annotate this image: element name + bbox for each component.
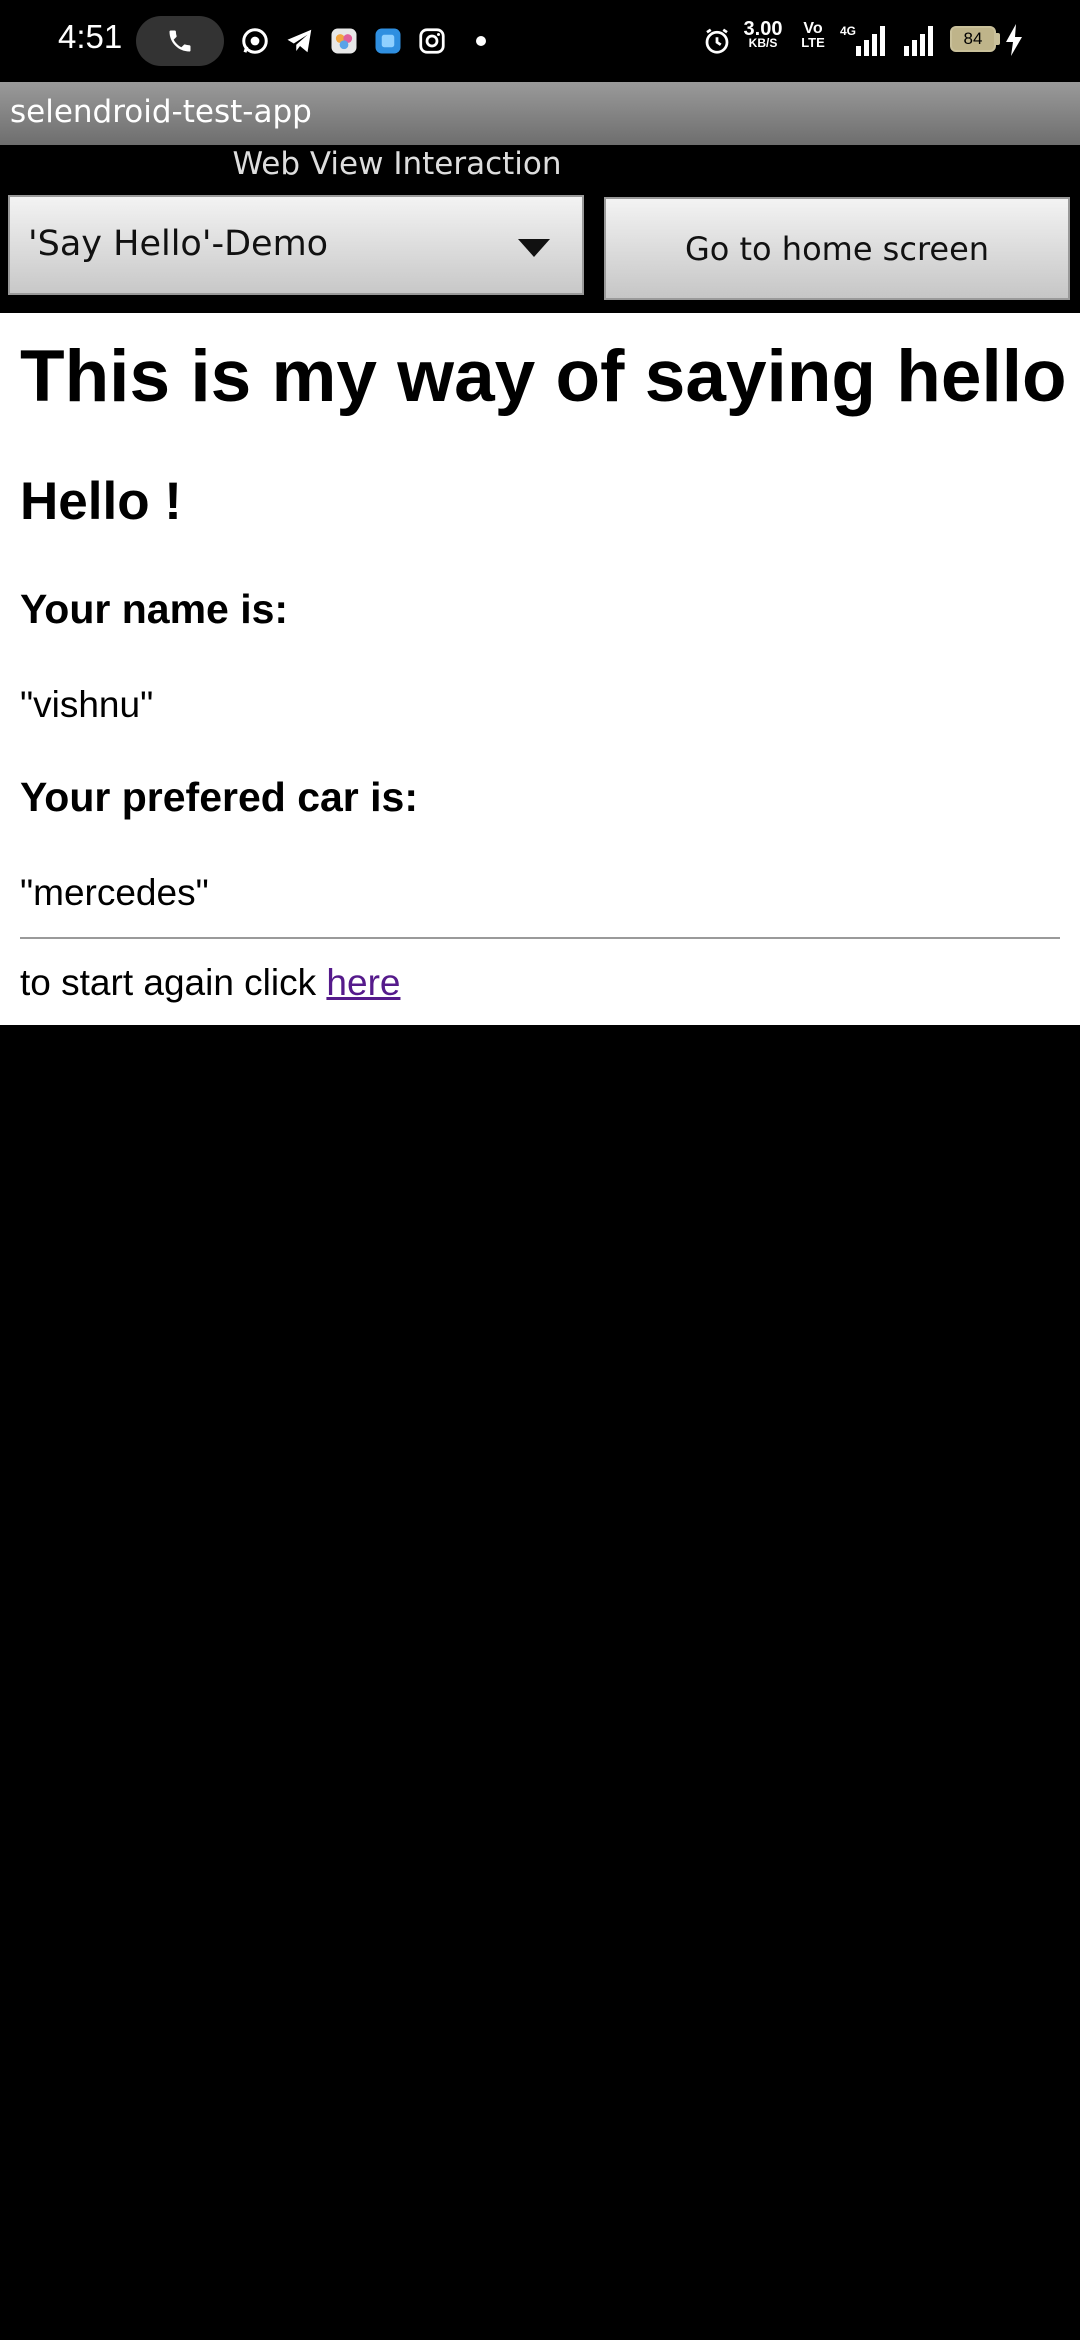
battery-tip [996,33,1000,45]
signal-icon-2 [900,22,944,58]
call-icon [169,30,191,52]
demo-spinner[interactable]: 'Say Hello'-Demo [8,195,584,295]
app-icon [371,24,405,58]
ongoing-call-chip[interactable] [136,16,224,66]
restart-line: to start again click here [20,961,400,1005]
app-title: selendroid-test-app [10,94,312,130]
more-notifications-dot [476,36,486,46]
web-view: This is my way of saying hello Hello ! Y… [0,313,1080,1025]
network-speed: 3.00 KB/S [743,18,783,50]
battery-level: 84 [963,29,983,48]
telegram-icon [283,24,317,58]
app-title-bar: selendroid-test-app [0,82,1080,145]
name-value: "vishnu" [20,684,154,725]
instagram-icon [415,24,449,58]
photos-icon [327,24,361,58]
volte-indicator: Vo LTE [801,20,825,50]
page-heading: This is my way of saying hello [20,336,1067,417]
whatsapp-icon [238,24,272,58]
divider [20,937,1060,939]
dropdown-arrow-icon [518,239,550,257]
spinner-selected-value: 'Say Hello'-Demo [28,224,329,264]
battery-indicator: 84 [950,26,996,52]
screen-subtitle: Web View Interaction [232,146,562,182]
status-bar: 4:51 3.00 KB/S Vo LTE 4G 84 [0,0,1080,82]
signal-icon: 4G [840,22,896,58]
clock: 4:51 [58,18,123,55]
home-button-label: Go to home screen [684,229,990,268]
name-label: Your name is: [20,586,289,632]
greeting-heading: Hello ! [20,472,182,531]
restart-text: to start again click [20,962,317,1003]
car-value: "mercedes" [20,872,209,913]
alarm-icon [700,24,734,58]
car-label: Your prefered car is: [20,774,418,820]
go-to-home-screen-button[interactable]: Go to home screen [604,197,1070,300]
charging-icon [1004,24,1024,56]
restart-link[interactable]: here [326,962,400,1003]
